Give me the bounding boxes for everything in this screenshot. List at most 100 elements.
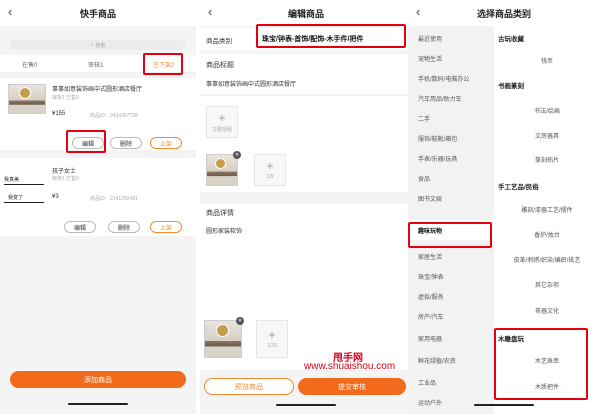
product-id: 商品ID：2141269491	[90, 196, 138, 202]
plus-icon: +	[218, 110, 226, 125]
add-product-button[interactable]: 添加商品	[10, 371, 186, 388]
subcategory-item[interactable]: 文房器具	[494, 131, 600, 140]
plus-icon: +	[266, 159, 274, 173]
product-logo-icon	[19, 87, 31, 99]
product-logo-icon	[216, 324, 229, 337]
highlight-tab-off-shelf	[143, 53, 183, 75]
edit-button[interactable]: 编辑	[64, 221, 96, 233]
category-item[interactable]: 鲜花绿植/农资	[408, 350, 498, 370]
subcategory-item[interactable]: 香炉/烛台	[494, 230, 600, 239]
list-button[interactable]: 上架	[150, 221, 182, 233]
subcategory-item[interactable]: 其它杂项	[494, 280, 600, 289]
thumb-divider	[4, 202, 44, 203]
product-name: 事事如意装饰画中式圆形酒店餐厅	[52, 87, 143, 93]
highlight-category	[256, 24, 406, 48]
subcategory-item[interactable]: 皮革/刺绣/织染/编织/纸艺	[494, 255, 600, 264]
thumb-caption-1: 我真美	[4, 177, 20, 183]
category-item[interactable]: 家用电器	[408, 328, 498, 348]
category-item[interactable]: 房产/汽车	[408, 306, 498, 326]
group-heading: 手工艺品/民俗	[498, 184, 539, 191]
subcategory-item[interactable]: 篆刻拓片	[494, 155, 600, 164]
title-input[interactable]: 事事如意装饰画中式圆形酒店餐厅	[206, 79, 296, 88]
add-detail-image-button[interactable]: + 1/20	[256, 320, 288, 358]
product-thumbnail[interactable]: 我真美 我变了	[2, 164, 46, 206]
detail-count: 1/20	[267, 343, 277, 349]
select-category-screen: ‹ 选择商品类别 最近使用 宠物生活 手机/数码/电脑办公 汽车用品/助力车 二…	[408, 0, 600, 414]
thumb-divider	[4, 184, 44, 185]
left-category-list: 最近使用 宠物生活 手机/数码/电脑办公 汽车用品/助力车 二手 服饰/鞋靴/箱…	[408, 26, 494, 414]
submit-review-button[interactable]: 提交审核	[298, 378, 406, 395]
category-item[interactable]: 运动户外	[408, 392, 498, 412]
page-title: 选择商品类别	[476, 8, 531, 19]
category-item[interactable]: 手机/数码/电脑办公	[408, 68, 498, 88]
detail-label: 商品详情	[206, 210, 234, 217]
home-indicator	[474, 404, 534, 406]
back-arrow-icon[interactable]: ‹	[416, 4, 420, 19]
product-stock: 库存1 已售0	[52, 95, 79, 101]
tab-on-sale[interactable]: 在售0	[22, 60, 37, 69]
product-price: ¥3	[52, 194, 59, 200]
video-label: 主图视频	[211, 126, 232, 133]
delete-button[interactable]: 删除	[108, 221, 140, 233]
add-video-button[interactable]: + 主图视频	[206, 106, 238, 138]
category-item[interactable]: 汽车用品/助力车	[408, 88, 498, 108]
add-image-button[interactable]: + 1/9	[254, 154, 286, 186]
product-logo-icon	[215, 158, 226, 169]
remove-image-icon[interactable]: ✕	[236, 317, 244, 325]
header: ‹ 选择商品类别	[408, 0, 600, 26]
category-item[interactable]: 服饰/鞋靴/箱包	[408, 128, 498, 148]
page-title: 编辑商品	[287, 8, 324, 19]
edit-product-screen: ‹ 编辑商品 商品类别 珠宝/钟表-首饰/配饰-木手件/把件 商品标题 事事如意…	[200, 0, 412, 414]
media-section: + 主图视频 ✕ + 1/9	[200, 96, 412, 192]
product-list-screen: ‹ 快手商品 ⌕ 搜索 在售0 审核1 已下架2 事事如意装饰画中式圆形酒店餐厅…	[0, 0, 196, 414]
subcategory-item[interactable]: 书法/绘画	[494, 106, 600, 115]
product-card-2: 我真美 我变了 孩子女士 库存1 已售0 ¥3 商品ID：2141269491 …	[0, 158, 196, 236]
category-item[interactable]: 虚拟/服务	[408, 286, 498, 306]
header: ‹ 编辑商品	[200, 0, 412, 26]
title-label: 商品标题	[206, 62, 234, 69]
category-item[interactable]: 珠宝/钟表	[408, 266, 498, 286]
category-item[interactable]: 手表/乐器/玩具	[408, 148, 498, 168]
watermark-url: www.shuaishou.com	[304, 361, 396, 372]
home-indicator	[68, 403, 128, 405]
title-section: 商品标题 事事如意装饰画中式圆形酒店餐厅	[200, 54, 412, 94]
category-label: 商品类别	[206, 38, 232, 45]
delete-button[interactable]: 删除	[110, 137, 142, 149]
tab-review[interactable]: 审核1	[88, 60, 103, 69]
detail-section: 商品详情 圆形家装软饰 ✕ + 1/20	[200, 204, 412, 370]
product-stock: 库存1 已售0	[52, 176, 79, 182]
category-item[interactable]: 最近使用	[408, 28, 498, 48]
category-item[interactable]: 图书文娱	[408, 188, 498, 208]
page-title: 快手商品	[79, 8, 116, 19]
highlight-edit-button	[66, 130, 106, 153]
list-button[interactable]: 上架	[150, 137, 182, 149]
highlight-subcategory-group	[494, 328, 588, 400]
back-arrow-icon[interactable]: ‹	[208, 4, 212, 19]
subcategory-item[interactable]: 钱币	[494, 56, 600, 65]
back-arrow-icon[interactable]: ‹	[8, 4, 12, 19]
category-item[interactable]: 宠物生活	[408, 48, 498, 68]
home-indicator	[276, 404, 336, 406]
header: ‹ 快手商品	[0, 0, 196, 26]
search-icon: ⌕	[90, 42, 94, 48]
detail-input[interactable]: 圆形家装软饰	[206, 226, 242, 235]
category-item[interactable]: 家居生活	[408, 246, 498, 266]
remove-image-icon[interactable]: ✕	[233, 151, 241, 159]
search-input[interactable]: ⌕ 搜索	[10, 40, 186, 50]
search-placeholder: 搜索	[95, 42, 106, 49]
category-item[interactable]: 二手	[408, 108, 498, 128]
image-count: 1/9	[266, 174, 274, 180]
product-price: ¥155	[52, 111, 66, 117]
group-heading: 古玩收藏	[498, 36, 524, 43]
plus-icon: +	[268, 328, 276, 342]
group-heading: 书画篆刻	[498, 83, 524, 90]
product-name: 孩子女士	[52, 169, 77, 175]
highlight-selected-category	[408, 222, 492, 248]
preview-button[interactable]: 预览商品	[204, 378, 294, 395]
subcategory-item[interactable]: 茶器文化	[494, 306, 600, 315]
thumb-caption-2: 我变了	[8, 195, 24, 201]
product-id: 商品ID：2424367728	[90, 113, 138, 119]
subcategory-item[interactable]: 雕刻/漆器工艺/摆件	[494, 205, 600, 214]
category-item[interactable]: 工业品	[408, 372, 498, 392]
category-item[interactable]: 食品	[408, 168, 498, 188]
